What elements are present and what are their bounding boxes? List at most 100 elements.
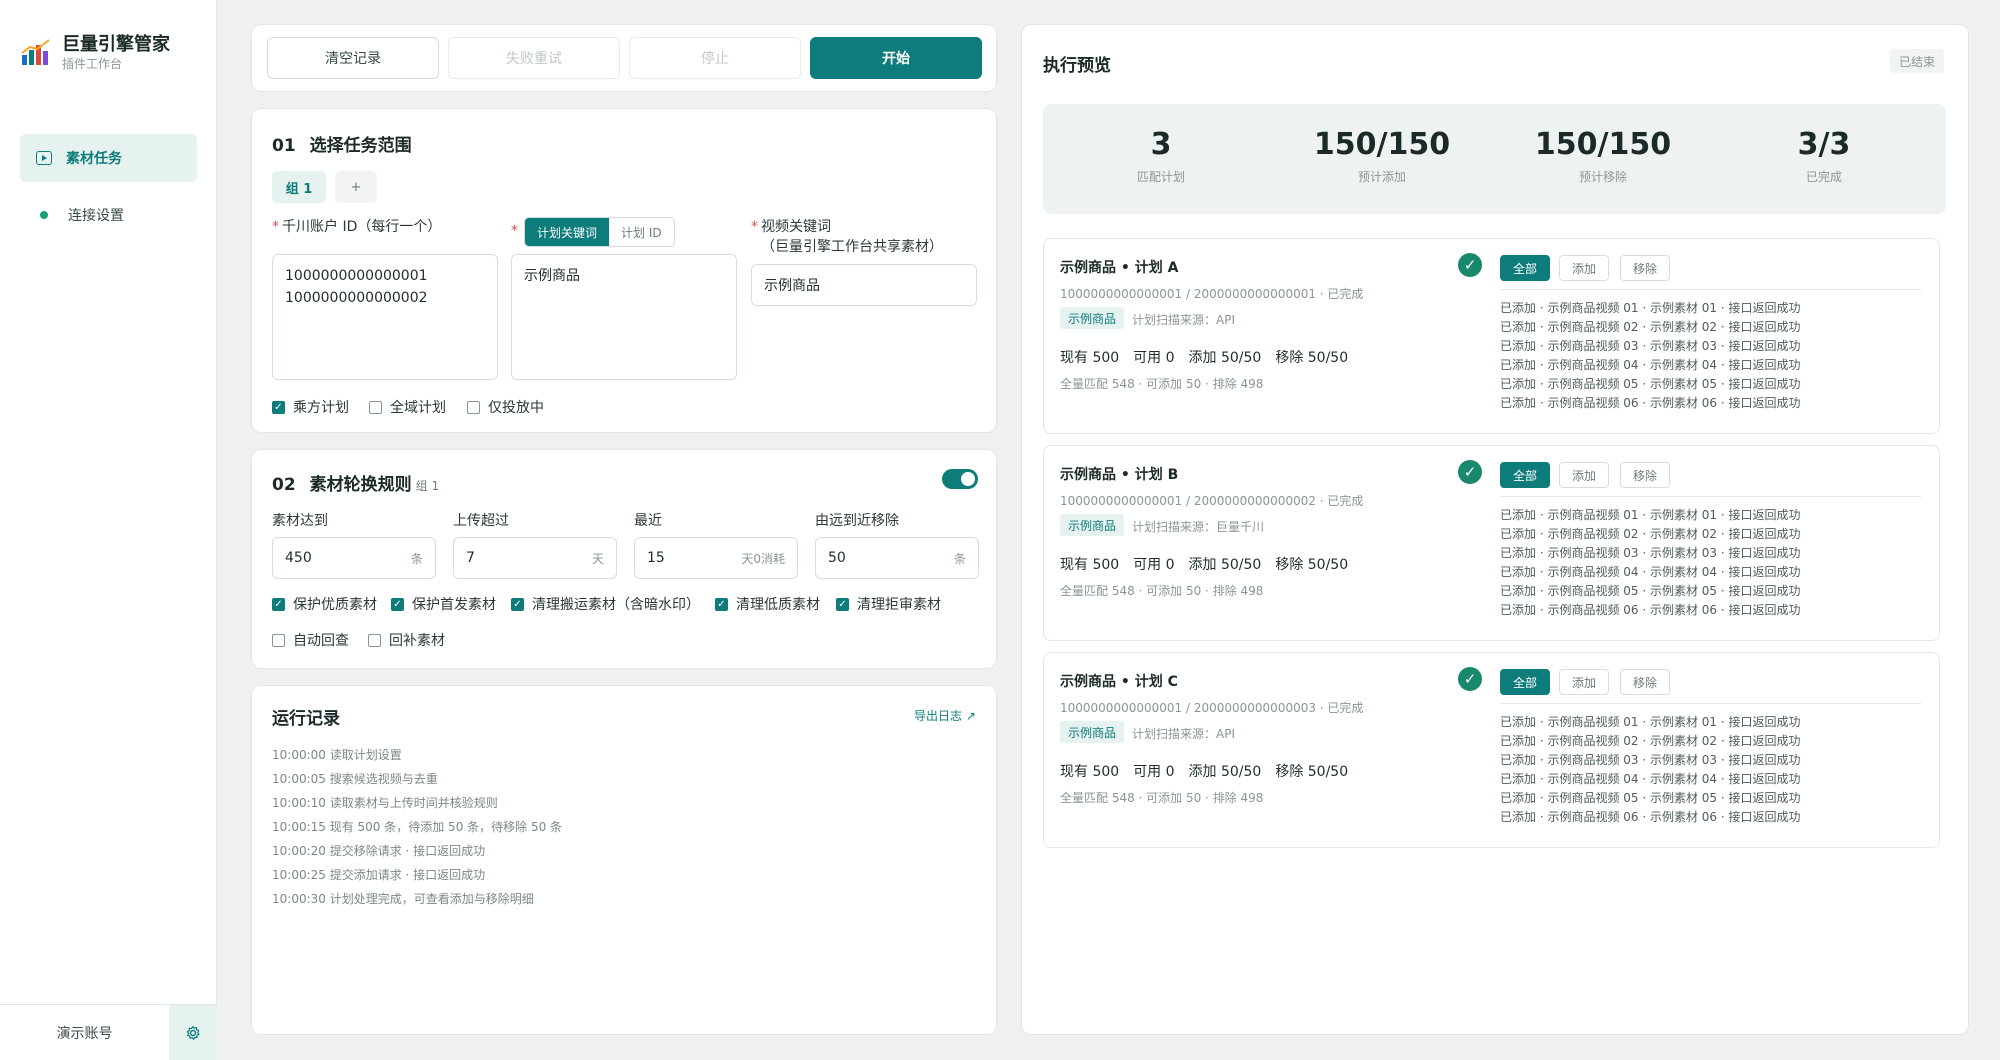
gear-icon: [186, 1025, 200, 1040]
log-line: 10:00:30 计划处理完成，可查看添加与移除明细: [272, 892, 534, 906]
checkbox-clean-low-quality[interactable]: ✓ 清理低质素材: [715, 594, 820, 614]
account-name[interactable]: 演示账号: [0, 1005, 169, 1060]
plan-filter-remove[interactable]: 移除: [1620, 462, 1670, 488]
checkbox-unchecked-icon: [368, 633, 381, 647]
recent-days-input[interactable]: 15 天0消耗: [634, 537, 798, 579]
brand-title: 巨量引擎管家: [62, 34, 170, 55]
checkbox-global-plan[interactable]: 全域计划: [369, 397, 446, 417]
plan-filter-all[interactable]: 全部: [1500, 462, 1550, 488]
retry-failed-button[interactable]: 失败重试: [448, 37, 620, 79]
plan-count-item: 移除 50/50: [1275, 350, 1349, 366]
plan-product-tag: 示例商品: [1060, 721, 1125, 743]
video-keyword-label: * 视频关键词: [751, 219, 831, 235]
field-label-upload-age: 上传超过: [453, 513, 509, 529]
checkbox-chengfang-plan[interactable]: ✓ 乘方计划: [272, 397, 349, 417]
plan-result-list: 已添加 · 示例商品视频 01 · 示例素材 01 · 接口返回成功 已添加 · …: [1500, 299, 1801, 413]
account-id-textarea[interactable]: 1000000000000001 1000000000000002: [272, 254, 498, 380]
settings-gear-button[interactable]: [169, 1005, 217, 1060]
checkbox-clean-rejected[interactable]: ✓ 清理拒审素材: [836, 594, 941, 614]
log-line: 10:00:20 提交移除请求 · 接口返回成功: [272, 844, 486, 858]
stop-button[interactable]: 停止: [629, 37, 801, 79]
brand: 巨量引擎管家 插件工作台: [20, 34, 170, 72]
plan-count-item: 移除 50/50: [1275, 557, 1349, 573]
video-keyword-input[interactable]: 示例商品: [751, 264, 977, 306]
plan-filter-add[interactable]: 添加: [1559, 255, 1609, 281]
checkbox-refill-material[interactable]: 回补素材: [368, 630, 445, 650]
checkbox-active-only[interactable]: 仅投放中: [467, 397, 544, 417]
start-button[interactable]: 开始: [810, 37, 982, 79]
plan-count-item: 现有 500: [1060, 557, 1120, 573]
checkbox-checked-icon: ✓: [391, 597, 404, 611]
plan-counts: 现有 500 可用 0 添加 50/50 移除 50/50: [1060, 347, 1362, 367]
plan-count-item: 可用 0: [1133, 764, 1175, 780]
plan-filter-remove[interactable]: 移除: [1620, 255, 1670, 281]
plan-count-item: 可用 0: [1133, 557, 1175, 573]
plan-result-line: 已添加 · 示例商品视频 02 · 示例素材 02 · 接口返回成功: [1500, 320, 1801, 334]
plan-result-line: 已添加 · 示例商品视频 01 · 示例素材 01 · 接口返回成功: [1500, 508, 1801, 522]
stat-completed: 3/3 已完成: [1797, 127, 1851, 184]
plan-result-line: 已添加 · 示例商品视频 03 · 示例素材 03 · 接口返回成功: [1500, 546, 1801, 560]
plan-scan-source: 计划扫描来源：API: [1132, 727, 1235, 741]
plan-result-line: 已添加 · 示例商品视频 04 · 示例素材 04 · 接口返回成功: [1500, 565, 1801, 579]
plan-result-line: 已添加 · 示例商品视频 04 · 示例素材 04 · 接口返回成功: [1500, 358, 1801, 372]
plan-filter-all[interactable]: 全部: [1500, 669, 1550, 695]
clear-log-button[interactable]: 清空记录: [267, 37, 439, 79]
sidebar: 巨量引擎管家 插件工作台 素材任务 连接设置 演示账号: [0, 0, 217, 1060]
checkbox-unchecked-icon: [467, 400, 480, 414]
plan-filter-add[interactable]: 添加: [1559, 462, 1609, 488]
tab-group-1[interactable]: 组 1: [272, 171, 326, 203]
rules-enable-toggle[interactable]: [942, 469, 978, 489]
checkbox-auto-recheck[interactable]: 自动回查: [272, 630, 349, 650]
plan-count-item: 添加 50/50: [1188, 764, 1262, 780]
add-group-button[interactable]: +: [335, 171, 377, 203]
plan-ids: 1000000000000001 / 2000000000000002 · 已完…: [1060, 494, 1364, 508]
plan-result-line: 已添加 · 示例商品视频 04 · 示例素材 04 · 接口返回成功: [1500, 772, 1801, 786]
plan-result-line: 已添加 · 示例商品视频 05 · 示例素材 05 · 接口返回成功: [1500, 377, 1801, 391]
material-count-input[interactable]: 450 条: [272, 537, 436, 579]
checkbox-unchecked-icon: [369, 400, 382, 414]
checkbox-protect-first[interactable]: ✓ 保护首发素材: [391, 594, 496, 614]
status-badge: 已结束: [1890, 49, 1945, 73]
plan-product-tag: 示例商品: [1060, 307, 1125, 329]
sidebar-item-label: 连接设置: [68, 208, 124, 224]
plan-count-item: 可用 0: [1133, 350, 1175, 366]
check-circle-icon: ✓: [1458, 253, 1482, 277]
plan-result-line: 已添加 · 示例商品视频 03 · 示例素材 03 · 接口返回成功: [1500, 753, 1801, 767]
checkbox-checked-icon: ✓: [511, 597, 524, 611]
checkbox-clean-copied[interactable]: ✓ 清理搬运素材（含暗水印）: [511, 594, 700, 614]
log-line: 10:00:00 读取计划设置: [272, 748, 402, 762]
plan-product-tag: 示例商品: [1060, 514, 1125, 536]
mode-keyword-option[interactable]: 计划关键词: [525, 218, 610, 246]
field-label-remove-count: 由远到近移除: [815, 513, 899, 529]
remove-count-input[interactable]: 50 条: [815, 537, 979, 579]
required-mark: *: [511, 223, 518, 239]
plan-result-line: 已添加 · 示例商品视频 05 · 示例素材 05 · 接口返回成功: [1500, 791, 1801, 805]
plan-result-line: 已添加 · 示例商品视频 03 · 示例素材 03 · 接口返回成功: [1500, 339, 1801, 353]
mode-plan-id-option[interactable]: 计划 ID: [609, 218, 674, 246]
checkbox-checked-icon: ✓: [715, 597, 728, 611]
plan-result-list: 已添加 · 示例商品视频 01 · 示例素材 01 · 接口返回成功 已添加 · …: [1500, 506, 1801, 620]
plan-filter-add[interactable]: 添加: [1559, 669, 1609, 695]
checkbox-checked-icon: ✓: [272, 400, 285, 414]
log-line: 10:00:15 现有 500 条，待添加 50 条，待移除 50 条: [272, 820, 563, 834]
plan-result-line: 已添加 · 示例商品视频 01 · 示例素材 01 · 接口返回成功: [1500, 715, 1801, 729]
plan-keyword-textarea[interactable]: 示例商品: [511, 254, 737, 380]
export-log-link[interactable]: 导出日志 ↗: [914, 707, 976, 724]
checkbox-protect-quality[interactable]: ✓ 保护优质素材: [272, 594, 377, 614]
plan-count-item: 现有 500: [1060, 764, 1120, 780]
plan-filter-all[interactable]: 全部: [1500, 255, 1550, 281]
plan-filter-remove[interactable]: 移除: [1620, 669, 1670, 695]
sidebar-footer: 演示账号: [0, 1004, 217, 1060]
brand-subtitle: 插件工作台: [62, 57, 123, 71]
field-label-recent-days: 最近: [634, 513, 662, 529]
rules-section-title: 02 素材轮换规则组 1: [272, 475, 440, 495]
sidebar-item-material-tasks[interactable]: 素材任务: [20, 134, 197, 182]
upload-age-input[interactable]: 7天: [453, 537, 617, 579]
divider: [1500, 703, 1921, 704]
log-line: 10:00:25 提交添加请求 · 接口返回成功: [272, 868, 486, 882]
toolbar-card: 清空记录 失败重试 停止 开始: [251, 24, 997, 92]
run-log-title: 运行记录: [272, 709, 340, 729]
sidebar-item-connection-settings[interactable]: 连接设置: [20, 191, 197, 239]
scope-section-title: 01 选择任务范围: [272, 136, 412, 156]
account-id-label: * 千川账户 ID（每行一个）: [272, 219, 442, 235]
